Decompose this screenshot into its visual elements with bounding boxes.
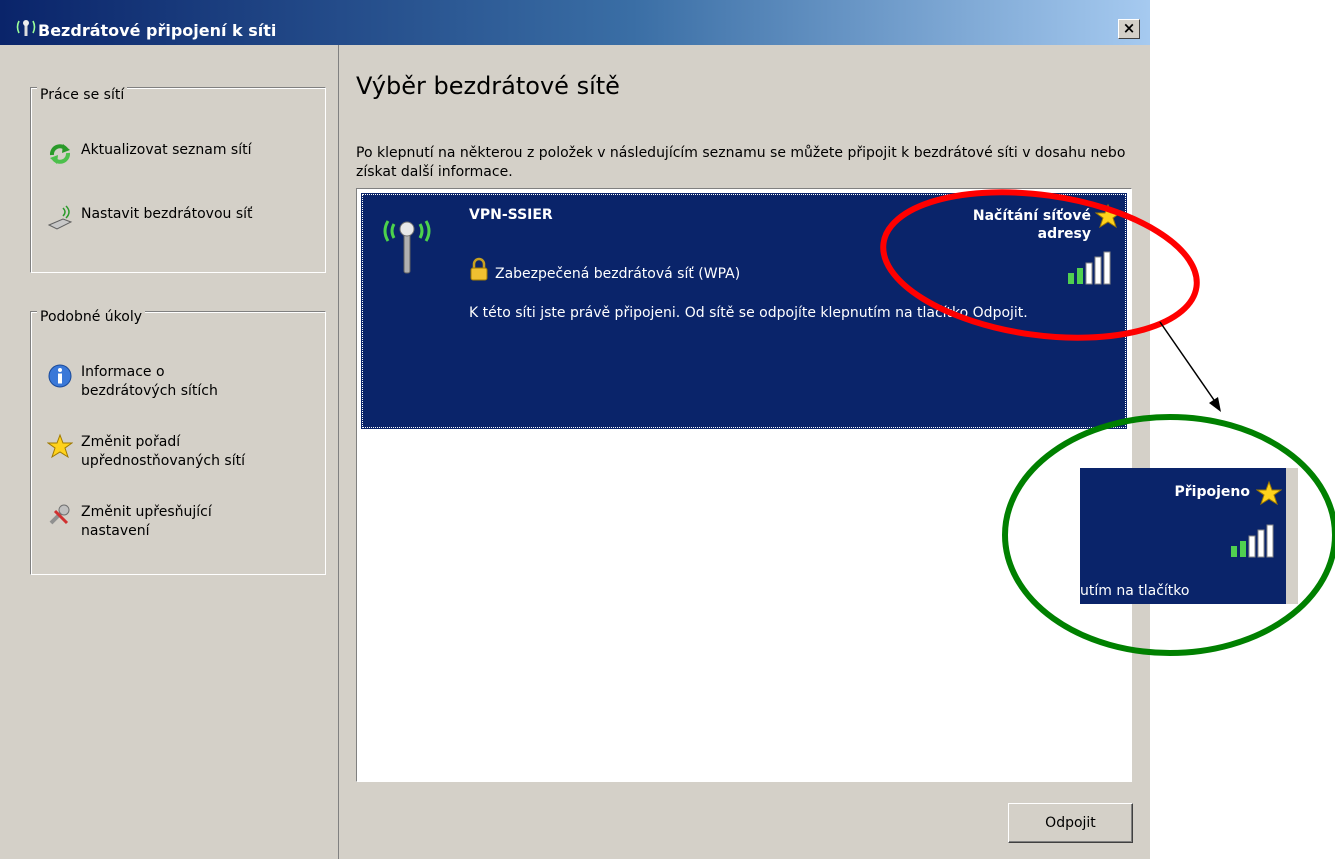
lock-icon <box>470 257 488 281</box>
wireless-connection-window: Bezdrátové připojení k síti × Práce se s… <box>0 0 1150 859</box>
task-label: Změnit pořadí upřednostňovaných sítí <box>81 434 245 469</box>
status-line-1: Načítání síťové <box>972 208 1091 224</box>
signal-strength-icon <box>1231 524 1274 558</box>
page-description: Po klepnutí na některou z položek v násl… <box>356 145 1126 180</box>
title-bar: Bezdrátové připojení k síti × <box>0 0 1150 45</box>
close-button[interactable]: × <box>1118 19 1140 39</box>
disconnect-button[interactable]: Odpojit <box>1008 803 1133 843</box>
wireless-info-task[interactable]: Informace o bezdrátových sítích <box>47 363 317 403</box>
wireless-icon <box>16 20 36 36</box>
refresh-network-list-task[interactable]: Aktualizovat seznam sítí <box>47 141 317 167</box>
related-tasks-heading: Podobné úkoly <box>37 309 146 325</box>
zoomed-network-item: Připojeno utím na tlačítko <box>1080 468 1286 604</box>
change-preferred-order-task[interactable]: Změnit pořadí upřednostňovaných sítí <box>47 433 317 473</box>
connection-status: Načítání síťové adresy <box>973 207 1091 243</box>
message-fragment: utím na tlačítko <box>1080 583 1190 599</box>
close-icon: × <box>1122 19 1136 37</box>
connection-message: K této síti jste právě připojeni. Od sít… <box>469 305 1028 321</box>
task-label: Nastavit bezdrátovou síť <box>81 206 253 222</box>
connected-status: Připojeno <box>1174 484 1250 500</box>
wireless-network-icon <box>383 220 431 274</box>
task-pane: Práce se sítí Aktualizovat seznam sítí N… <box>9 45 339 859</box>
refresh-icon <box>50 144 70 164</box>
wireless-setup-icon <box>47 205 73 230</box>
task-label: Změnit upřesňující nastavení <box>81 504 212 539</box>
window-title: Bezdrátové připojení k síti <box>38 21 277 40</box>
network-list-item[interactable]: VPN-SSIER Načítání síťové adresy Zabezpe… <box>361 193 1127 429</box>
signal-strength-icon <box>1068 251 1111 285</box>
task-label: Aktualizovat seznam sítí <box>81 142 252 158</box>
star-icon <box>1095 203 1121 229</box>
status-line-2: adresy <box>1037 226 1091 242</box>
setup-wireless-network-task[interactable]: Nastavit bezdrátovou síť <box>47 205 317 231</box>
star-icon <box>1256 480 1282 506</box>
network-name: VPN-SSIER <box>469 207 553 223</box>
task-label: Informace o bezdrátových sítích <box>81 364 218 399</box>
star-icon <box>47 433 73 459</box>
advanced-settings-task[interactable]: Změnit upřesňující nastavení <box>47 503 317 543</box>
security-type: Zabezpečená bezdrátová síť (WPA) <box>495 266 741 282</box>
zoomed-callout: Připojeno utím na tlačítko <box>1080 468 1298 604</box>
annotation-arrowhead <box>1209 397 1221 412</box>
annotation-arrow-line <box>1159 321 1215 401</box>
network-list[interactable]: VPN-SSIER Načítání síťové adresy Zabezpe… <box>356 188 1132 782</box>
page-title: Výběr bezdrátové sítě <box>356 72 620 100</box>
network-tasks-heading: Práce se sítí <box>37 87 128 103</box>
network-tasks-group <box>30 87 326 273</box>
settings-icon <box>49 504 70 525</box>
info-icon <box>48 364 72 388</box>
